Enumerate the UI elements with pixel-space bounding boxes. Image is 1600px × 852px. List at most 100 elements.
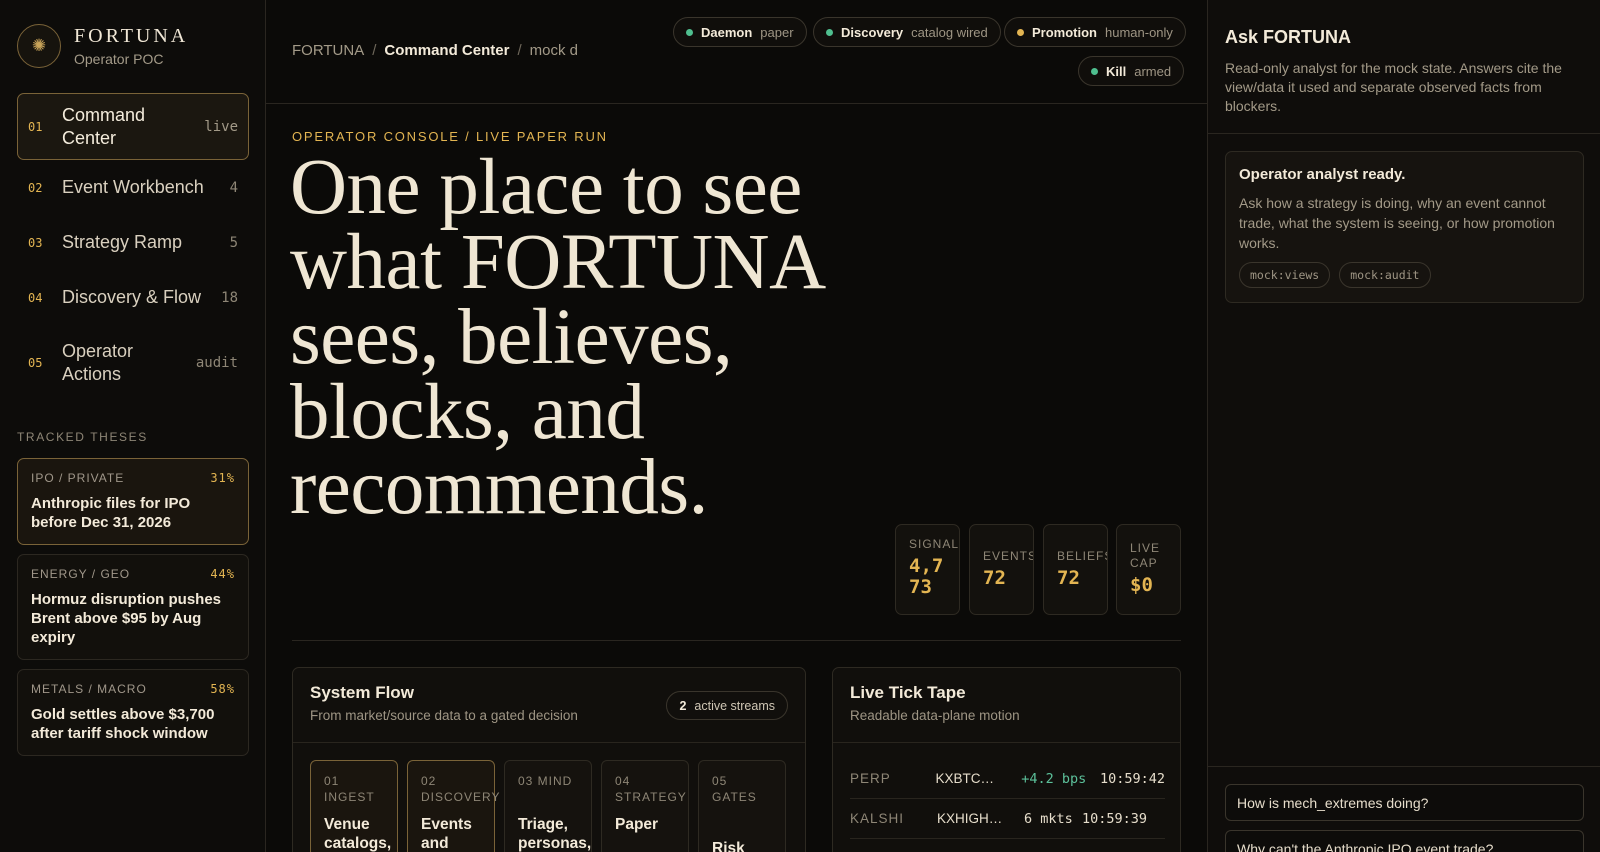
- breadcrumb-current: Command Center: [384, 42, 510, 59]
- fortuna-logo-icon: ✺: [17, 24, 61, 68]
- stat-value: $0: [1130, 574, 1153, 596]
- flow-step-num: 05 GATES: [712, 774, 757, 804]
- main-content: FORTUNA / Command Center / mock d Daemon pape…: [266, 0, 1207, 852]
- ask-panel: Ask FORTUNA Read-only analyst for the mo…: [1207, 0, 1600, 852]
- status-value: armed: [1134, 63, 1172, 79]
- status-value: paper: [760, 24, 794, 40]
- stat-value: 4,773: [909, 555, 944, 598]
- tick-symbol: KXBTC…: [935, 771, 995, 786]
- flow-step-title: Triage, personas,: [518, 816, 592, 852]
- status-pill-daemon: Daemon paper: [673, 17, 807, 47]
- flow-step-title: Events and: [421, 816, 472, 852]
- main-nav: 01 Command Center live 02 Event Workbenc…: [17, 93, 249, 400]
- ask-description: Read-only analyst for the mock state. An…: [1225, 60, 1562, 114]
- breadcrumb-root[interactable]: FORTUNA: [292, 42, 364, 59]
- active-streams-badge[interactable]: 2 active streams: [666, 691, 788, 720]
- status-key: Promotion: [1032, 24, 1097, 40]
- status-dot-icon: [826, 28, 833, 36]
- nav-count: 4: [229, 179, 238, 196]
- suggestion-button[interactable]: Why can't the Anthropic IPO event trade?: [1225, 830, 1584, 852]
- stat-label: BELIEFS: [1057, 549, 1108, 563]
- tag-mock-views[interactable]: mock:views: [1239, 262, 1331, 288]
- nav-count: audit: [195, 354, 238, 371]
- tick-tape-title: Live Tick Tape: [850, 683, 966, 702]
- analyst-title: Operator analyst ready.: [1239, 166, 1406, 183]
- tag-mock-audit[interactable]: mock:audit: [1339, 262, 1431, 288]
- tick-value: +4.2 bps: [1021, 770, 1087, 787]
- analyst-text: Ask how a strategy is doing, why an even…: [1239, 195, 1555, 251]
- top-bar: FORTUNA / Command Center / mock d Daemon pape…: [266, 0, 1207, 104]
- thesis-category: METALS / MACRO: [31, 682, 147, 696]
- status-dot-icon: [686, 28, 693, 36]
- flow-step-gates[interactable]: 05 GATES Risk board: [698, 760, 786, 852]
- flow-step-ingest[interactable]: 01 INGEST Venue catalogs, RSS,: [310, 760, 398, 852]
- flow-step-title: Venue catalogs, RSS,: [324, 816, 392, 852]
- status-key: Discovery: [841, 24, 904, 40]
- status-key: Daemon: [701, 24, 753, 40]
- tick-row: PERP KXBTC… +4.2 bps 10:59:42: [850, 759, 1165, 799]
- streams-count: 2: [679, 698, 687, 713]
- ask-title: Ask FORTUNA: [1225, 27, 1352, 47]
- flow-step-mind[interactable]: 03 MIND Triage, personas,: [504, 760, 592, 852]
- flow-step-discovery[interactable]: 02 DISCOVERY Events and: [407, 760, 501, 852]
- status-value: catalog wired: [911, 24, 988, 40]
- stat-value: 72: [983, 567, 1006, 589]
- breadcrumb-tail: mock d: [529, 42, 578, 59]
- nav-item-event-workbench[interactable]: 02 Event Workbench 4: [17, 160, 249, 215]
- stat-value: 72: [1057, 567, 1080, 589]
- thesis-title: Hormuz disruption pushes Brent above $95…: [31, 591, 222, 646]
- nav-num: 02: [28, 180, 43, 195]
- status-value: human-only: [1105, 24, 1173, 40]
- nav-label: Operator Actions: [62, 340, 134, 384]
- nav-num: 03: [28, 235, 43, 250]
- thesis-card[interactable]: IPO / PRIVATE 31% Anthropic files for IP…: [17, 458, 249, 545]
- status-key: Kill: [1106, 63, 1127, 79]
- tick-kind: PERP: [850, 771, 891, 786]
- status-dot-icon: [1017, 28, 1024, 36]
- hero-eyebrow: OPERATOR CONSOLE / LIVE PAPER RUN: [292, 129, 608, 144]
- tick-row: KALSHI KXHIGHN… 6 mkts 10:59:39: [850, 799, 1165, 839]
- divider: [1208, 766, 1600, 767]
- live-tick-tape-card: Live Tick Tape Readable data-plane motio…: [832, 667, 1181, 852]
- nav-count: 18: [221, 289, 238, 306]
- thesis-probability: 31%: [210, 471, 235, 485]
- tick-time: 10:59:42: [1099, 770, 1165, 787]
- stat-beliefs: BELIEFS 72: [1043, 524, 1108, 615]
- thesis-card[interactable]: METALS / MACRO 58% Gold settles above $3…: [17, 669, 249, 756]
- stat-events: EVENTS 72: [969, 524, 1034, 615]
- nav-label: Strategy Ramp: [62, 232, 183, 252]
- flow-step-num: 02 DISCOVERY: [421, 774, 501, 804]
- nav-item-operator-actions[interactable]: 05 Operator Actions audit: [17, 325, 249, 400]
- stat-label: LIVE CAP: [1130, 541, 1161, 570]
- brand: ✺ FORTUNA Operator POC: [17, 24, 248, 68]
- flow-step-num: 01 INGEST: [324, 774, 375, 804]
- theses-heading: TRACKED THESES: [17, 430, 148, 444]
- tick-value: 6 mkts: [1024, 810, 1073, 827]
- tick-kind: KALSHI: [850, 811, 905, 826]
- status-pill-kill: Kill armed: [1078, 56, 1185, 86]
- thesis-title: Gold settles above $3,700 after tariff s…: [31, 706, 215, 742]
- thesis-probability: 44%: [210, 567, 235, 581]
- nav-label: Command Center: [62, 104, 146, 148]
- suggestion-button[interactable]: How is mech_extremes doing?: [1225, 784, 1584, 821]
- flow-step-num: 03 MIND: [518, 774, 573, 788]
- streams-label: active streams: [694, 698, 775, 713]
- status-pill-promotion: Promotion human-only: [1004, 17, 1186, 47]
- analyst-card: Operator analyst ready. Ask how a strate…: [1225, 151, 1584, 303]
- thesis-category: ENERGY / GEO: [31, 567, 131, 581]
- thesis-probability: 58%: [210, 682, 235, 696]
- nav-item-strategy-ramp[interactable]: 03 Strategy Ramp 5: [17, 215, 249, 270]
- sidebar: ✺ FORTUNA Operator POC 01 Command Center…: [0, 0, 266, 852]
- nav-item-discovery-flow[interactable]: 04 Discovery & Flow 18: [17, 270, 249, 325]
- tick-time: 10:59:39: [1082, 810, 1148, 827]
- hero-headline: One place to see what FORTUNA sees, beli…: [290, 144, 822, 531]
- divider: [292, 640, 1181, 641]
- stat-live-cap: LIVE CAP $0: [1116, 524, 1181, 615]
- thesis-card[interactable]: ENERGY / GEO 44% Hormuz disruption pushe…: [17, 554, 249, 660]
- nav-count: 5: [229, 234, 238, 251]
- flow-step-strategy[interactable]: 04 STRATEGY Paper: [601, 760, 689, 852]
- stat-label: EVENTS: [983, 549, 1034, 563]
- thesis-title: Anthropic files for IPO before Dec 31, 2…: [31, 495, 191, 531]
- nav-item-command-center[interactable]: 01 Command Center live: [17, 93, 249, 160]
- nav-num: 01: [28, 119, 43, 134]
